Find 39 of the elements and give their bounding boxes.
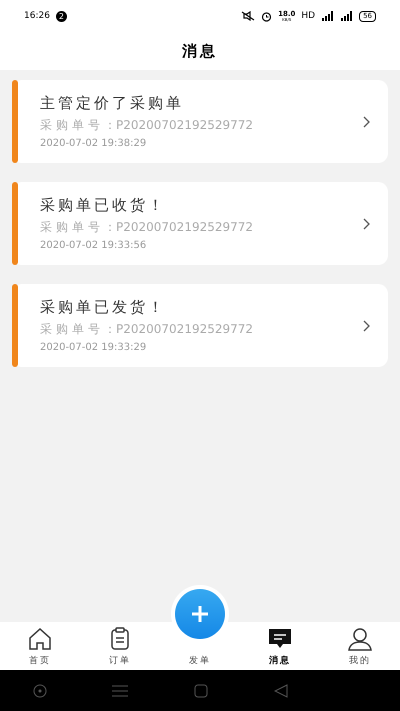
- message-time: 2020-07-02 19:33:56: [40, 240, 148, 251]
- mute-icon: [241, 11, 256, 21]
- message-card[interactable]: 采购单已发货！ 采购单号：P20200702192529772 2020-07-02 19:33:29: [12, 284, 388, 367]
- person-icon: [347, 626, 373, 652]
- order-label: 采购单号: [40, 219, 104, 236]
- status-time: 16:26: [24, 11, 50, 21]
- tab-item[interactable]: 首页: [0, 626, 80, 667]
- notification-badge: 2: [56, 10, 67, 22]
- tab-label[interactable]: 发单: [189, 654, 211, 667]
- tab-item[interactable]: 我的: [320, 626, 400, 667]
- message-title: 采购单已收货！: [40, 196, 167, 215]
- order-number: ：P20200702192529772: [104, 219, 254, 236]
- message-title: 采购单已发货！: [40, 298, 167, 317]
- chevron-right-icon: [363, 320, 370, 332]
- page-title: 消息: [182, 42, 218, 60]
- order-label: 采购单号: [40, 117, 104, 134]
- alarm-icon: [261, 10, 272, 22]
- home-icon: [27, 626, 53, 652]
- plus-icon: [190, 604, 210, 624]
- hd-label: HD: [301, 11, 316, 21]
- tab-item[interactable]: 消息: [240, 626, 320, 667]
- add-button[interactable]: [175, 589, 225, 639]
- back-icon[interactable]: [274, 684, 288, 698]
- chevron-right-icon: [363, 218, 370, 230]
- tab-item[interactable]: 订单: [80, 626, 160, 667]
- order-label: 采购单号: [40, 321, 104, 338]
- home-button-icon[interactable]: [194, 684, 208, 698]
- signal-icon: [321, 11, 334, 21]
- message-time: 2020-07-02 19:38:29: [40, 138, 148, 149]
- message-time: 2020-07-02 19:33:29: [40, 342, 148, 353]
- assistant-icon[interactable]: [32, 684, 47, 698]
- message-card[interactable]: 采购单已收货！ 采购单号：P20200702192529772 2020-07-02 19:33:56: [12, 182, 388, 265]
- signal-icon: [340, 11, 354, 21]
- message-card[interactable]: 主管定价了采购单 采购单号：P20200702192529772 2020-07-02 19:38:29: [12, 80, 388, 163]
- order-number: ：P20200702192529772: [104, 117, 254, 134]
- menu-icon[interactable]: [112, 684, 128, 696]
- message-title: 主管定价了采购单: [40, 94, 185, 113]
- order-number: ：P20200702192529772: [104, 321, 254, 338]
- chevron-right-icon: [363, 116, 370, 128]
